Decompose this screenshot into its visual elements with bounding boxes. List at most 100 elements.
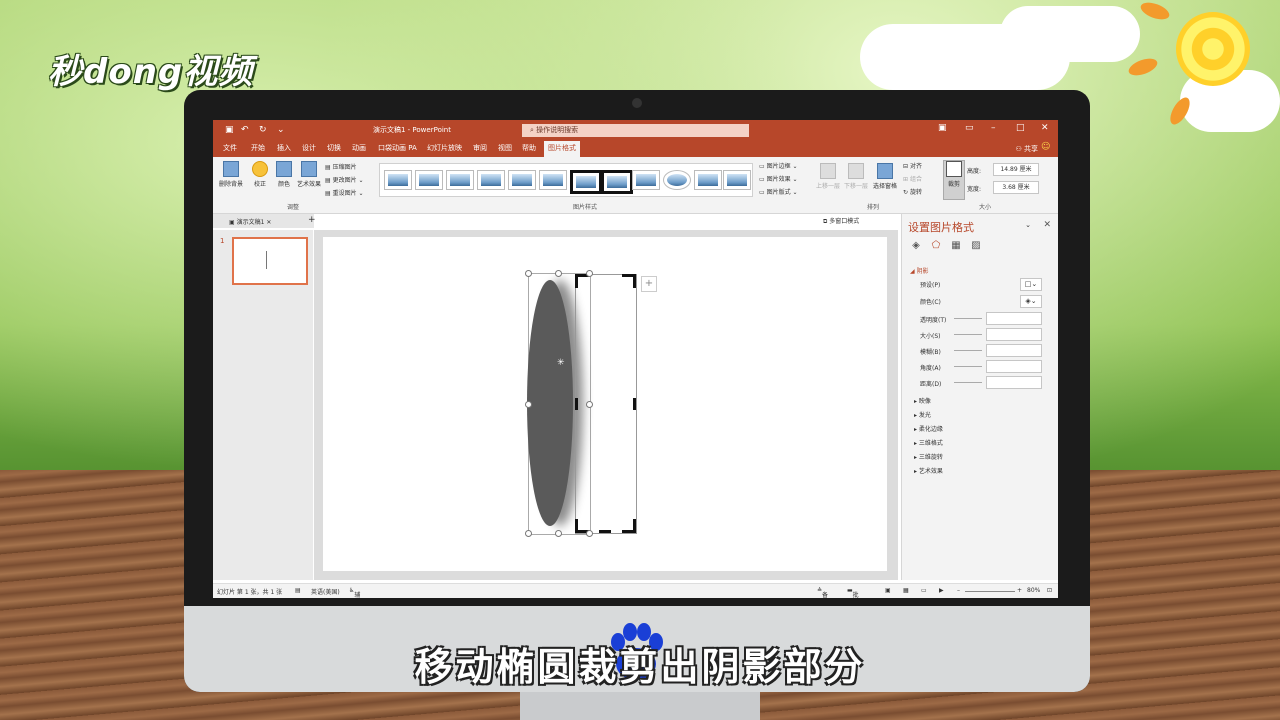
transparency-input[interactable] bbox=[986, 312, 1042, 325]
align-button[interactable]: ⊟ 对齐 bbox=[903, 161, 922, 170]
angle-slider[interactable] bbox=[954, 366, 982, 367]
tab-animations[interactable]: 动画 bbox=[352, 143, 366, 153]
picture-style-1[interactable] bbox=[384, 170, 412, 190]
section-3d-format[interactable]: ▸ 三维格式 bbox=[914, 438, 943, 447]
crop-handle[interactable] bbox=[633, 519, 636, 533]
ribbon-display-icon[interactable]: ▭ bbox=[965, 123, 974, 133]
tab-file[interactable]: 文件 bbox=[223, 143, 237, 153]
selection-pane-button[interactable]: 选择窗格 bbox=[871, 163, 899, 190]
ellipse-shape[interactable] bbox=[527, 280, 573, 526]
picture-style-11[interactable] bbox=[694, 170, 722, 190]
minimize-button[interactable]: – bbox=[991, 123, 996, 133]
remove-background-button[interactable]: 删除背景 bbox=[217, 161, 245, 188]
section-3d-rotation[interactable]: ▸ 三维旋转 bbox=[914, 452, 943, 461]
picture-icon[interactable]: ▨ bbox=[970, 240, 982, 252]
tab-review[interactable]: 审阅 bbox=[473, 143, 487, 153]
shadow-color-dropdown[interactable]: ◈⌄ bbox=[1020, 295, 1042, 308]
slideshow-icon[interactable]: ▶ bbox=[939, 587, 944, 594]
blur-slider[interactable] bbox=[954, 350, 982, 351]
preset-dropdown[interactable]: □⌄ bbox=[1020, 278, 1042, 291]
picture-style-5[interactable] bbox=[508, 170, 536, 190]
pane-close-icon[interactable]: ✕ bbox=[1043, 220, 1051, 230]
tab-help[interactable]: 帮助 bbox=[522, 143, 536, 153]
document-tab[interactable]: ▣ 演示文稿1 ✕ bbox=[229, 217, 271, 226]
size-input[interactable] bbox=[986, 328, 1042, 341]
height-field[interactable]: 14.89 厘米 bbox=[993, 163, 1039, 176]
zoom-in-icon[interactable]: + bbox=[1017, 587, 1022, 594]
resize-handle[interactable] bbox=[555, 530, 562, 537]
picture-style-6[interactable] bbox=[539, 170, 567, 190]
compress-pictures-button[interactable]: ▤ 压缩图片 bbox=[325, 162, 357, 171]
fill-line-icon[interactable]: ◈ bbox=[910, 240, 922, 252]
notes-button[interactable]: ≙ 备注 bbox=[817, 587, 828, 598]
resize-handle[interactable] bbox=[586, 270, 593, 277]
multiwindow-button[interactable]: ⧉ 多窗口模式 bbox=[823, 216, 859, 226]
account-avatar[interactable]: ▣ bbox=[938, 123, 947, 133]
comments-button[interactable]: ▬ 批注 bbox=[847, 587, 859, 598]
smiley-icon[interactable]: ☺ bbox=[1041, 142, 1050, 152]
normal-view-icon[interactable]: ▣ bbox=[885, 587, 891, 594]
resize-handle[interactable] bbox=[525, 270, 532, 277]
fit-slide-icon[interactable]: ⊡ bbox=[1047, 587, 1052, 594]
tab-home[interactable]: 开始 bbox=[251, 143, 265, 153]
effects-icon[interactable]: ⬠ bbox=[930, 240, 942, 252]
picture-effects-button[interactable]: ▭ 图片效果 ⌄ bbox=[759, 174, 798, 183]
color-button[interactable]: 颜色 bbox=[273, 161, 295, 188]
zoom-out-icon[interactable]: – bbox=[957, 587, 960, 594]
reset-picture-button[interactable]: ▤ 重设图片 ⌄ bbox=[325, 188, 364, 197]
picture-style-8[interactable] bbox=[601, 170, 633, 194]
size-slider[interactable] bbox=[954, 334, 982, 335]
slide-thumbnail[interactable] bbox=[232, 237, 308, 285]
tab-insert[interactable]: 插入 bbox=[277, 143, 291, 153]
size-properties-icon[interactable]: ▦ bbox=[950, 240, 962, 252]
crop-handle[interactable] bbox=[575, 519, 578, 533]
tab-slideshow[interactable]: 幻灯片放映 bbox=[427, 143, 462, 153]
blur-input[interactable] bbox=[986, 344, 1042, 357]
distance-slider[interactable] bbox=[954, 382, 982, 383]
picture-style-7[interactable] bbox=[570, 170, 602, 194]
tab-picture-format[interactable]: 图片格式 bbox=[544, 141, 580, 157]
picture-style-3[interactable] bbox=[446, 170, 474, 190]
corrections-button[interactable]: 校正 bbox=[249, 161, 271, 188]
tell-me-search[interactable]: ⌕ 操作说明搜索 bbox=[522, 124, 749, 137]
picture-style-12[interactable] bbox=[723, 170, 751, 190]
resize-handle[interactable] bbox=[555, 270, 562, 277]
group-button[interactable]: ⊞ 组合 bbox=[903, 174, 922, 183]
picture-style-10[interactable] bbox=[663, 170, 691, 190]
section-glow[interactable]: ▸ 发光 bbox=[914, 410, 931, 419]
zoom-slider[interactable] bbox=[965, 591, 1015, 592]
crop-handle[interactable] bbox=[633, 274, 636, 288]
language-status[interactable]: 英语(美国) bbox=[311, 587, 340, 596]
artistic-effects-button[interactable]: 艺术效果 bbox=[295, 161, 323, 188]
angle-input[interactable] bbox=[986, 360, 1042, 373]
picture-border-button[interactable]: ▭ 图片边框 ⌄ bbox=[759, 161, 798, 170]
crop-handle[interactable] bbox=[575, 274, 578, 288]
crop-handle[interactable] bbox=[599, 530, 611, 533]
close-button[interactable]: ✕ bbox=[1041, 123, 1049, 133]
width-field[interactable]: 3.68 厘米 bbox=[993, 181, 1039, 194]
maximize-button[interactable]: □ bbox=[1016, 123, 1025, 133]
section-shadow[interactable]: ◢ 阴影 bbox=[910, 266, 929, 275]
crop-button[interactable]: 裁剪 bbox=[943, 160, 965, 200]
share-button[interactable]: ⚇ 共享 bbox=[1015, 144, 1038, 154]
crop-handle[interactable] bbox=[633, 398, 636, 410]
tab-design[interactable]: 设计 bbox=[302, 143, 316, 153]
tab-transitions[interactable]: 切换 bbox=[327, 143, 341, 153]
tab-view[interactable]: 视图 bbox=[498, 143, 512, 153]
tab-pocket-animation[interactable]: 口袋动画 PA bbox=[378, 143, 417, 153]
save-icon[interactable]: ▣ bbox=[225, 125, 234, 135]
slide-sorter-icon[interactable]: ▦ bbox=[903, 587, 909, 594]
reading-view-icon[interactable]: ▭ bbox=[921, 587, 927, 594]
layout-options-icon[interactable]: + bbox=[641, 276, 657, 292]
customize-qat-icon[interactable]: ⌄ bbox=[277, 125, 285, 135]
section-soft-edges[interactable]: ▸ 柔化边缘 bbox=[914, 424, 943, 433]
resize-handle[interactable] bbox=[525, 530, 532, 537]
accessibility-status[interactable]: ♿ 辅助功能: 调查 bbox=[349, 587, 360, 598]
picture-style-2[interactable] bbox=[415, 170, 443, 190]
crop-frame[interactable] bbox=[575, 274, 637, 534]
picture-layout-button[interactable]: ▭ 图片版式 ⌄ bbox=[759, 187, 798, 196]
resize-handle[interactable] bbox=[525, 401, 532, 408]
resize-handle[interactable] bbox=[586, 401, 593, 408]
change-picture-button[interactable]: ▤ 更改图片 ⌄ bbox=[325, 175, 364, 184]
send-backward-button[interactable]: 下移一层 bbox=[843, 163, 869, 190]
